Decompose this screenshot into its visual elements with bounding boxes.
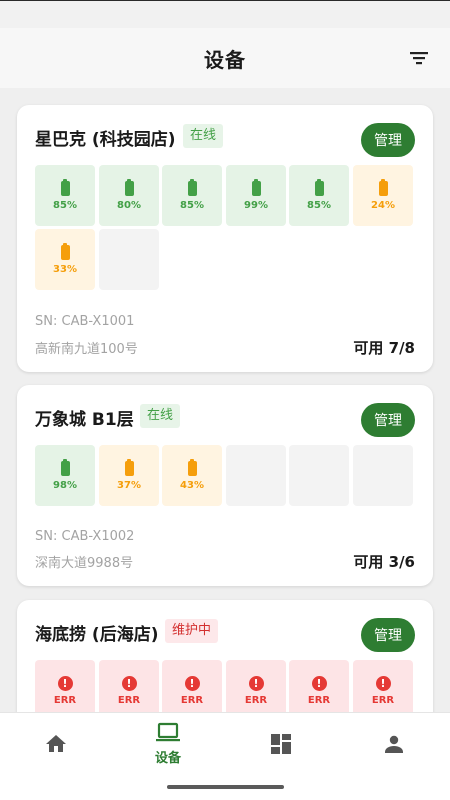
slot-label: ERR	[307, 694, 331, 706]
battery-slot[interactable]: 24%	[353, 165, 413, 226]
error-icon: !	[311, 675, 327, 691]
device-card[interactable]: 万象城 B1层 在线 管理 98% 37% 43% SN: CAB-X1002 …	[17, 385, 433, 586]
manage-button[interactable]: 管理	[361, 618, 415, 652]
dashboard-icon	[271, 734, 291, 754]
error-slot[interactable]: ! ERR	[353, 660, 413, 712]
battery-icon	[60, 242, 70, 260]
error-slot[interactable]: ! ERR	[35, 660, 95, 712]
slot-label: ERR	[180, 694, 204, 706]
slot-label: 85%	[180, 199, 204, 211]
serial-number: SN: CAB-X1002	[35, 529, 135, 544]
battery-slot[interactable]: 85%	[289, 165, 349, 226]
empty-slot[interactable]	[353, 445, 413, 506]
slot-label: ERR	[117, 694, 141, 706]
error-icon: !	[57, 675, 73, 691]
battery-slot[interactable]: 85%	[162, 165, 222, 226]
manage-button[interactable]: 管理	[361, 123, 415, 157]
slot-label: 37%	[117, 479, 141, 491]
status-badge: 在线	[183, 124, 224, 148]
slot-label: 24%	[371, 199, 395, 211]
tab-home[interactable]	[0, 713, 112, 775]
error-icon: !	[375, 675, 391, 691]
battery-slot[interactable]: 99%	[226, 165, 286, 226]
error-slot[interactable]: ! ERR	[162, 660, 222, 712]
slot-label: 33%	[53, 263, 77, 275]
battery-slot[interactable]: 33%	[35, 229, 95, 290]
slot-label: 99%	[244, 199, 268, 211]
battery-icon	[314, 178, 324, 196]
availability-count: 可用 7/8	[353, 339, 415, 357]
device-name: 星巴克 (科技园店)	[35, 130, 176, 150]
empty-slot[interactable]	[99, 229, 159, 290]
serial-number: SN: CAB-X1001	[35, 314, 135, 329]
slot-label: 85%	[53, 199, 77, 211]
error-slot[interactable]: ! ERR	[226, 660, 286, 712]
error-icon: !	[184, 675, 200, 691]
slot-label: ERR	[371, 694, 395, 706]
device-list[interactable]: 星巴克 (科技园店) 在线 管理 85% 80% 85% 99% 85% 24%…	[0, 88, 450, 712]
slot-label: 98%	[53, 479, 77, 491]
tab-label: 设备	[154, 751, 181, 766]
battery-slot[interactable]: 98%	[35, 445, 95, 506]
slot-label: ERR	[244, 694, 268, 706]
status-badge: 维护中	[165, 619, 219, 643]
tab-dashboard[interactable]	[225, 713, 337, 775]
battery-icon	[378, 178, 388, 196]
status-badge: 在线	[140, 404, 181, 428]
battery-icon	[187, 458, 197, 476]
person-icon	[385, 735, 403, 753]
slot-label: 85%	[307, 199, 331, 211]
battery-slot[interactable]: 37%	[99, 445, 159, 506]
error-slot[interactable]: ! ERR	[289, 660, 349, 712]
availability-count: 可用 3/6	[353, 553, 415, 571]
battery-icon	[60, 178, 70, 196]
battery-icon	[124, 458, 134, 476]
error-slot[interactable]: ! ERR	[99, 660, 159, 712]
battery-icon	[124, 178, 134, 196]
error-icon: !	[121, 675, 137, 691]
filter-icon[interactable]	[408, 47, 430, 69]
empty-slot[interactable]	[289, 445, 349, 506]
battery-icon	[251, 178, 261, 196]
battery-icon	[187, 178, 197, 196]
status-bar	[0, 0, 450, 28]
battery-icon	[60, 458, 70, 476]
empty-slot[interactable]	[226, 445, 286, 506]
device-address: 深南大道9988号	[35, 556, 134, 571]
manage-button[interactable]: 管理	[361, 403, 415, 437]
slot-label: 80%	[117, 199, 141, 211]
laptop-icon	[156, 722, 180, 742]
device-card[interactable]: 海底捞 (后海店) 维护中 管理 ! ERR ! ERR ! ERR ! ERR…	[17, 600, 433, 712]
slot-label: ERR	[53, 694, 77, 706]
error-icon: !	[248, 675, 264, 691]
home-icon	[46, 735, 66, 752]
device-card[interactable]: 星巴克 (科技园店) 在线 管理 85% 80% 85% 99% 85% 24%…	[17, 105, 433, 372]
app-header: 设备	[0, 28, 450, 88]
battery-slot[interactable]: 43%	[162, 445, 222, 506]
page-title: 设备	[204, 47, 246, 72]
device-name: 海底捞 (后海店)	[35, 625, 159, 645]
slot-label: 43%	[180, 479, 204, 491]
battery-slot[interactable]: 80%	[99, 165, 159, 226]
tab-devices[interactable]: 设备	[112, 713, 224, 775]
device-name: 万象城 B1层	[35, 410, 134, 430]
device-address: 高新南九道100号	[35, 342, 138, 357]
tab-profile[interactable]	[338, 713, 450, 775]
battery-slot[interactable]: 85%	[35, 165, 95, 226]
home-indicator	[167, 785, 284, 789]
